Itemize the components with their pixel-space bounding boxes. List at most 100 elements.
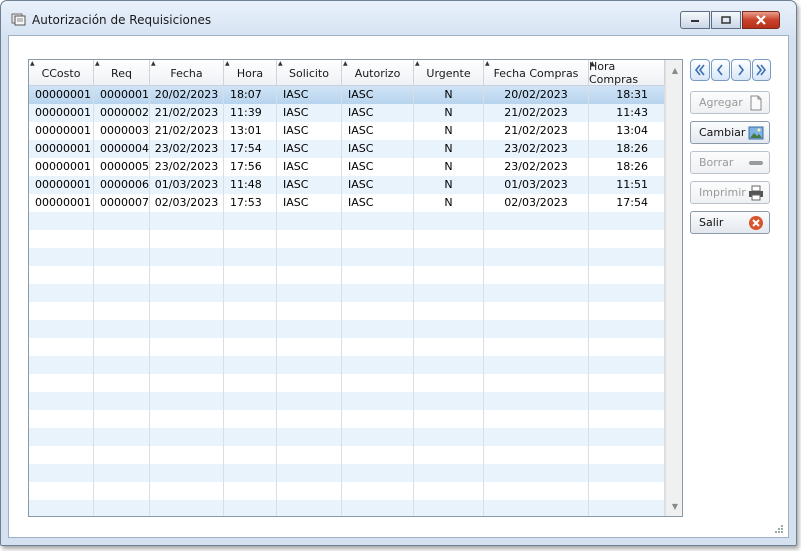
table-cell	[277, 266, 342, 284]
table-cell	[224, 374, 277, 392]
vertical-scrollbar[interactable]: ▲ ▼	[665, 60, 682, 516]
table-row[interactable]: 00000001 0000003 21/02/2023 13:01 IASC IASC N 2…	[29, 122, 665, 140]
column-header-label: Fecha	[170, 66, 203, 80]
table-cell	[224, 320, 277, 338]
table-row[interactable]	[29, 392, 665, 410]
table-cell	[29, 302, 94, 320]
sort-arrow-icon: ▲	[415, 60, 420, 67]
table-cell: IASC	[342, 158, 414, 176]
table-cell: 21/02/2023	[150, 104, 224, 122]
salir-button[interactable]: Salir	[690, 211, 770, 234]
table-row[interactable]	[29, 230, 665, 248]
table-cell	[484, 392, 589, 410]
table-cell: IASC	[342, 194, 414, 212]
table-row[interactable]	[29, 482, 665, 500]
table-cell	[484, 356, 589, 374]
table-cell	[342, 482, 414, 500]
table-row[interactable]	[29, 374, 665, 392]
column-header-label: Hora	[236, 66, 264, 80]
grid-rows: 00000001 0000001 20/02/2023 18:07 IASC IASC N 2…	[29, 86, 665, 516]
table-cell	[484, 266, 589, 284]
table-row[interactable]	[29, 446, 665, 464]
table-cell	[94, 284, 150, 302]
sort-arrow-icon: ▲	[278, 60, 283, 67]
table-row[interactable]	[29, 338, 665, 356]
column-header-2[interactable]: ▲ Fecha	[150, 60, 224, 86]
sort-arrow-icon: ▲	[343, 60, 348, 67]
table-row[interactable]	[29, 284, 665, 302]
table-cell: 0000004	[94, 140, 150, 158]
table-cell: 23/02/2023	[150, 158, 224, 176]
table-cell: 0000003	[94, 122, 150, 140]
last-record-button[interactable]	[751, 59, 771, 81]
table-cell	[589, 428, 665, 446]
table-row[interactable]: 00000001 0000004 23/02/2023 17:54 IASC IASC N 2…	[29, 140, 665, 158]
scroll-up-arrow-icon[interactable]: ▲	[666, 62, 682, 78]
table-row[interactable]	[29, 464, 665, 482]
table-cell: IASC	[277, 194, 342, 212]
table-cell: IASC	[277, 86, 342, 104]
table-row[interactable]	[29, 320, 665, 338]
table-cell	[414, 284, 484, 302]
column-header-1[interactable]: ▲ Req	[94, 60, 150, 86]
next-record-button[interactable]	[731, 59, 751, 81]
table-row[interactable]: 00000001 0000007 02/03/2023 17:53 IASC IASC N 0…	[29, 194, 665, 212]
table-cell: IASC	[342, 104, 414, 122]
table-cell	[277, 302, 342, 320]
table-cell	[224, 338, 277, 356]
sort-arrow-icon: ▲	[30, 60, 35, 67]
table-cell: IASC	[277, 140, 342, 158]
table-row[interactable]: 00000001 0000001 20/02/2023 18:07 IASC IASC N 2…	[29, 86, 665, 104]
table-cell	[414, 374, 484, 392]
column-header-8[interactable]: ▲ Hora Compras	[589, 60, 665, 86]
column-header-7[interactable]: ▲ Fecha Compras	[484, 60, 589, 86]
table-row[interactable]	[29, 500, 665, 516]
table-cell	[224, 464, 277, 482]
table-row[interactable]	[29, 410, 665, 428]
close-button[interactable]	[742, 11, 780, 29]
table-cell	[277, 500, 342, 516]
requisitions-grid[interactable]: ▲ CCosto ▲ Req ▲ Fecha ▲ Hora ▲ Solicito ▲ Autorizo…	[28, 59, 683, 517]
table-row[interactable]	[29, 356, 665, 374]
table-row[interactable]: 00000001 0000005 23/02/2023 17:56 IASC IASC N 2…	[29, 158, 665, 176]
title-bar[interactable]: Autorización de Requisiciones	[1, 1, 796, 35]
table-cell	[150, 338, 224, 356]
column-header-4[interactable]: ▲ Solicito	[277, 60, 342, 86]
resize-grip-icon[interactable]	[774, 524, 784, 534]
table-cell	[589, 374, 665, 392]
minimize-icon	[691, 20, 699, 22]
table-cell: 0000001	[94, 86, 150, 104]
table-cell	[342, 266, 414, 284]
table-cell	[150, 356, 224, 374]
column-header-label: Urgente	[426, 66, 471, 80]
table-row[interactable]: 00000001 0000002 21/02/2023 11:39 IASC IASC N 2…	[29, 104, 665, 122]
table-cell	[414, 248, 484, 266]
scroll-down-arrow-icon[interactable]: ▼	[666, 498, 682, 514]
sort-arrow-icon: ▲	[485, 60, 490, 67]
table-cell: 23/02/2023	[150, 140, 224, 158]
table-cell	[484, 248, 589, 266]
sort-arrow-icon: ▲	[590, 60, 595, 67]
table-cell: IASC	[342, 86, 414, 104]
minimize-button[interactable]	[680, 11, 710, 29]
table-row[interactable]	[29, 302, 665, 320]
table-row[interactable]	[29, 248, 665, 266]
maximize-button[interactable]	[711, 11, 741, 29]
imprimir-button[interactable]: Imprimir	[690, 181, 770, 204]
table-row[interactable]	[29, 212, 665, 230]
table-row[interactable]	[29, 266, 665, 284]
column-header-5[interactable]: ▲ Autorizo	[342, 60, 414, 86]
column-header-0[interactable]: ▲ CCosto	[29, 60, 94, 86]
table-row[interactable]: 00000001 0000006 01/03/2023 11:48 IASC IASC N 0…	[29, 176, 665, 194]
cambiar-button[interactable]: Cambiar	[690, 121, 770, 144]
agregar-button[interactable]: Agregar	[690, 91, 770, 114]
table-cell: 0000005	[94, 158, 150, 176]
column-header-3[interactable]: ▲ Hora	[224, 60, 277, 86]
first-record-button[interactable]	[690, 59, 710, 81]
previous-record-button[interactable]	[710, 59, 730, 81]
table-cell	[150, 266, 224, 284]
table-row[interactable]	[29, 428, 665, 446]
column-header-6[interactable]: ▲ Urgente	[414, 60, 484, 86]
borrar-button[interactable]: Borrar	[690, 151, 770, 174]
table-cell	[94, 248, 150, 266]
